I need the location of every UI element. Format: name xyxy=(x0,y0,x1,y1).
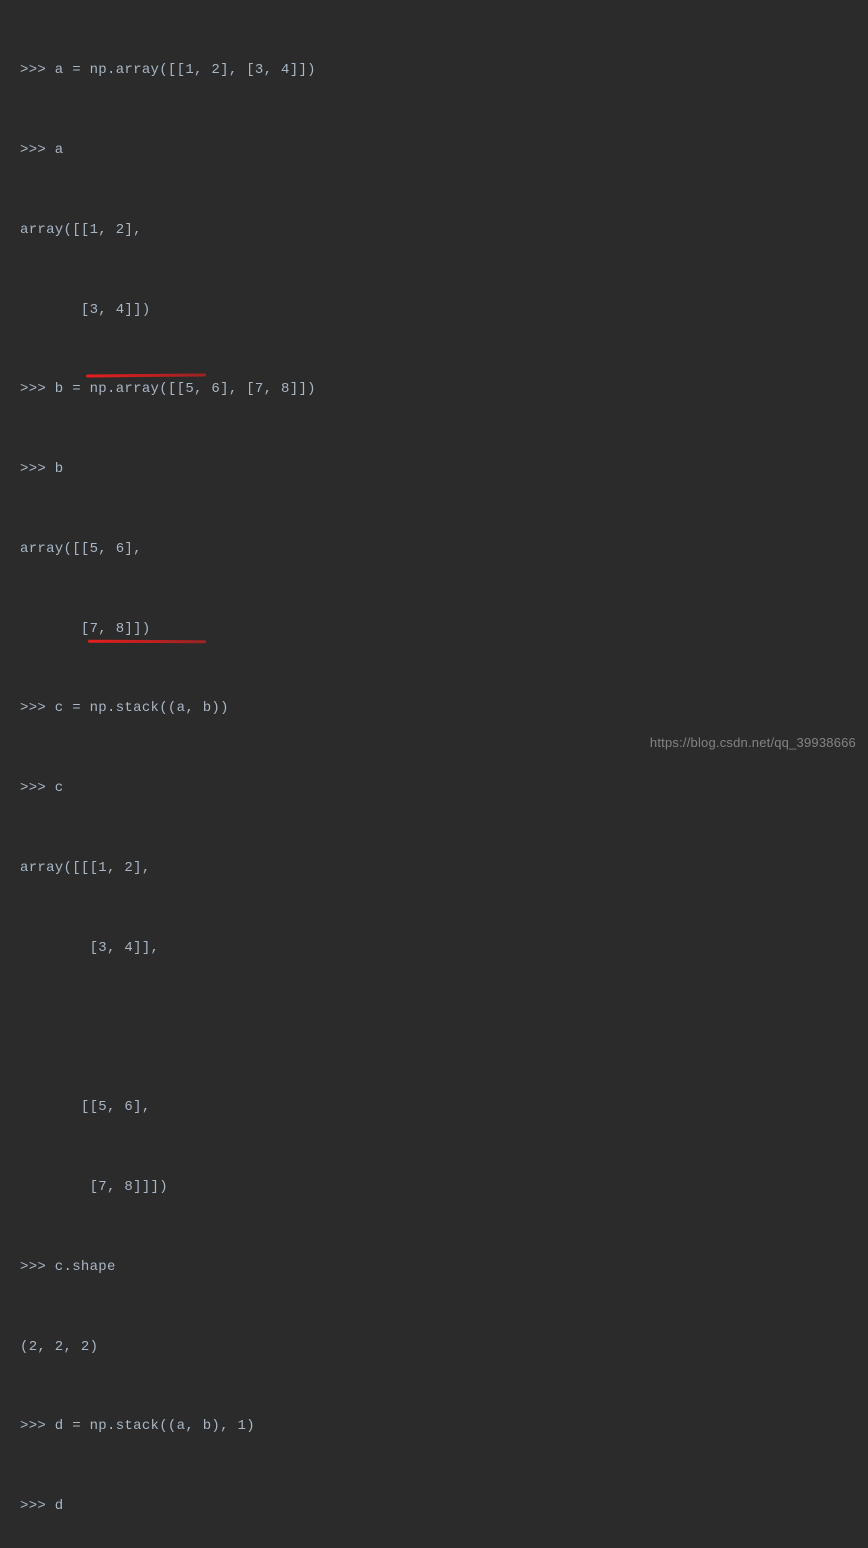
output-line: [7, 8]]]) xyxy=(20,1174,856,1201)
output-line: (2, 2, 2) xyxy=(20,1334,856,1361)
output-line: [7, 8]]) xyxy=(20,616,856,643)
output-line: array([[[1, 2], xyxy=(20,855,856,882)
prompt-line: >>> b = np.array([[5, 6], [7, 8]]) xyxy=(20,376,856,403)
prompt-line: >>> a xyxy=(20,137,856,164)
output-line: array([[5, 6], xyxy=(20,536,856,563)
output-line xyxy=(20,1015,856,1042)
annotation-underline xyxy=(88,640,206,644)
output-line: array([[1, 2], xyxy=(20,217,856,244)
prompt-line: >>> c = np.stack((a, b)) xyxy=(20,695,856,722)
output-line: [3, 4]], xyxy=(20,935,856,962)
prompt-line: >>> d = np.stack((a, b), 1) xyxy=(20,1413,856,1440)
output-line: [3, 4]]) xyxy=(20,297,856,324)
python-terminal[interactable]: >>> a = np.array([[1, 2], [3, 4]]) >>> a… xyxy=(8,0,868,1548)
prompt-line: >>> b xyxy=(20,456,856,483)
prompt-line: >>> a = np.array([[1, 2], [3, 4]]) xyxy=(20,57,856,84)
prompt-line: >>> d xyxy=(20,1493,856,1520)
prompt-line: >>> c xyxy=(20,775,856,802)
prompt-line: >>> c.shape xyxy=(20,1254,856,1281)
output-line: [[5, 6], xyxy=(20,1094,856,1121)
